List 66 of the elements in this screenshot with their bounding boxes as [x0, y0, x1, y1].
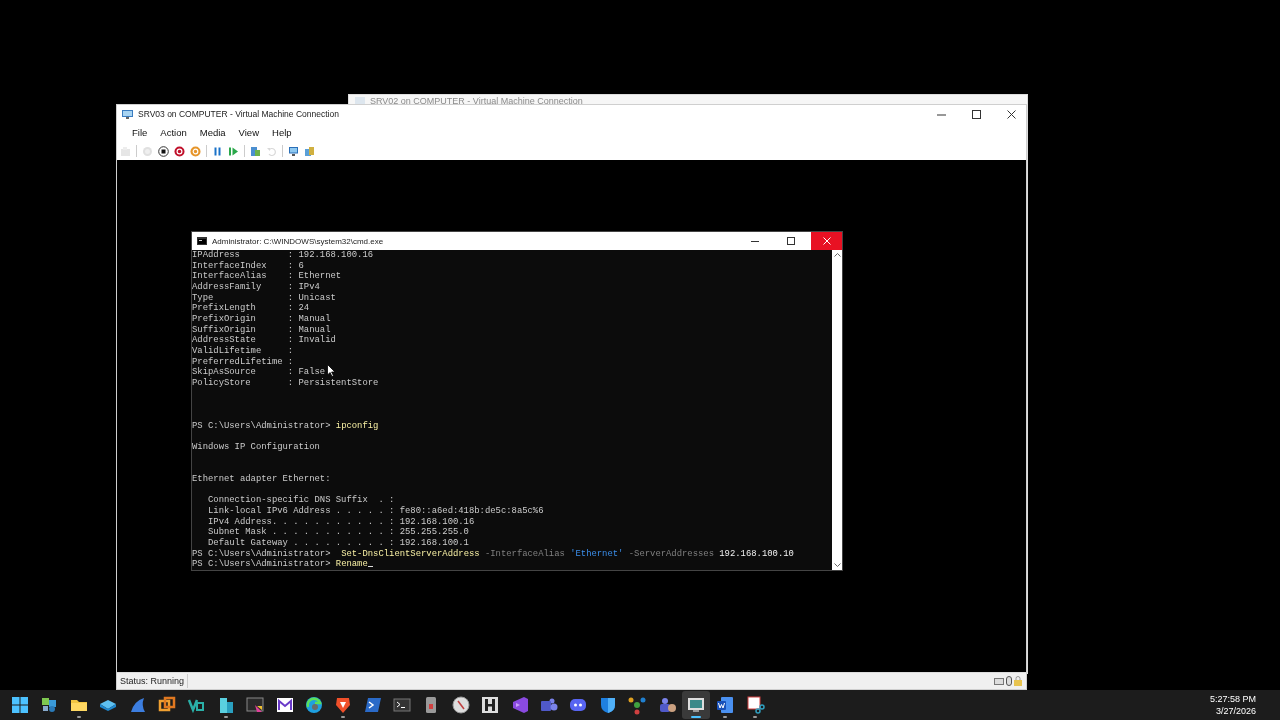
terminal-line: AddressState : Invalid: [192, 335, 336, 346]
maximize-icon[interactable]: [971, 109, 981, 119]
terminal-line: Subnet Mask . . . . . . . . . . . : 255.255.255.0: [206, 527, 469, 538]
scroll-up-icon[interactable]: [833, 253, 841, 257]
terminal-line: SuffixOrigin : Manual: [192, 324, 331, 335]
lock-icon: [1014, 676, 1022, 686]
terminal-line: Connection-specific DNS Suffix . :: [206, 495, 395, 506]
menu-item[interactable]: View: [232, 127, 265, 138]
network-icon: [627, 695, 648, 715]
taskbar-button[interactable]: [682, 691, 710, 719]
monitor-icon[interactable]: [288, 145, 299, 157]
monitor-icon: [686, 695, 706, 715]
window-title: SRV02 on COMPUTER - Virtual Machine Connection: [370, 96, 583, 106]
pause-icon[interactable]: [212, 145, 223, 157]
compass-icon: [450, 695, 471, 715]
scissors-icon: [744, 695, 765, 715]
keyboard-icon: [994, 677, 1004, 685]
clock-date[interactable]: 3/27/2026: [1215, 705, 1256, 717]
scrollbar[interactable]: [832, 250, 842, 570]
clock-time[interactable]: 5:27:58 PM: [1209, 693, 1256, 705]
terminal-line: PrefixLength : 24: [192, 303, 310, 314]
terminal-line: IPv4 Address. . . . . . . . . . . : 192.168.100.16: [206, 516, 475, 527]
share-icon[interactable]: [304, 145, 315, 157]
terminal-line: Type : Unicast: [192, 292, 336, 303]
play-icon[interactable]: [228, 145, 239, 157]
terminal-line: SkipAsSource : False: [192, 367, 326, 378]
mouse-icon: [1006, 676, 1012, 686]
menu-item[interactable]: Action: [154, 127, 193, 138]
start-icon: [10, 695, 30, 715]
terminal-line: Link-local IPv6 Address . . . . . : fe80::a6ed:418b:de5c:8a5c%6: [206, 506, 544, 517]
terminal-line: InterfaceAlias : Ethernet: [192, 271, 342, 282]
terminal-line: InterfaceIndex : 6: [192, 260, 304, 271]
stop-icon[interactable]: [158, 145, 169, 157]
terminal-line: AddressFamily : IPv4: [192, 282, 320, 293]
checkpoint-icon[interactable]: [250, 145, 261, 157]
terminal-icon: [392, 695, 413, 715]
scroll-down-icon[interactable]: [833, 563, 841, 567]
document-icon: [715, 695, 736, 715]
console-icon: [197, 237, 207, 245]
envelope-icon: [274, 695, 295, 715]
menu-item[interactable]: Media: [193, 127, 232, 138]
terminal-line: PS C:\Users\Administrator> ipconfig: [192, 420, 379, 432]
window-title: SRV03 on COMPUTER - Virtual Machine Connection: [138, 109, 340, 119]
terminal-line: Ethernet adapter Ethernet:: [192, 474, 331, 485]
terminal-line: PolicyStore : PersistentStore: [192, 378, 379, 389]
power-icon[interactable]: [174, 145, 185, 157]
close-icon[interactable]: [1006, 109, 1016, 119]
window-icon: [245, 695, 266, 715]
terminal-line: PrefixOrigin : Manual: [192, 314, 331, 325]
terminal-line: PS C:\Users\Administrator> Set-DnsClientServerAddress -InterfaceAlias 'Ethernet' -ServerAddresses 192.168.100.10: [192, 548, 794, 559]
status-text: Status: Running: [117, 674, 189, 688]
terminal-line: ValidLifetime :: [192, 346, 294, 357]
vm-monitor-icon: [122, 109, 133, 119]
globe-icon: [303, 695, 324, 715]
terminal-line: PreferredLifetime :: [192, 356, 294, 367]
prompt-icon: [362, 695, 383, 715]
mouse-pointer-icon: [327, 364, 336, 377]
terminal-line: Windows IP Configuration: [192, 442, 320, 453]
maximize-icon[interactable]: [786, 237, 795, 245]
window-title: Administrator: C:\WINDOWS\system32\cmd.exe: [212, 236, 385, 246]
terminal-line: Default Gateway . . . . . . . . . : 192.168.100.1: [206, 538, 469, 549]
menu-item[interactable]: Help: [266, 127, 298, 138]
terminal-line: PS C:\Users\Administrator> Rename: [192, 559, 368, 570]
bars-icon: [480, 695, 501, 715]
terminal-line: IPAddress : 192.168.100.16: [192, 250, 374, 261]
menu-item[interactable]: File: [126, 127, 154, 138]
